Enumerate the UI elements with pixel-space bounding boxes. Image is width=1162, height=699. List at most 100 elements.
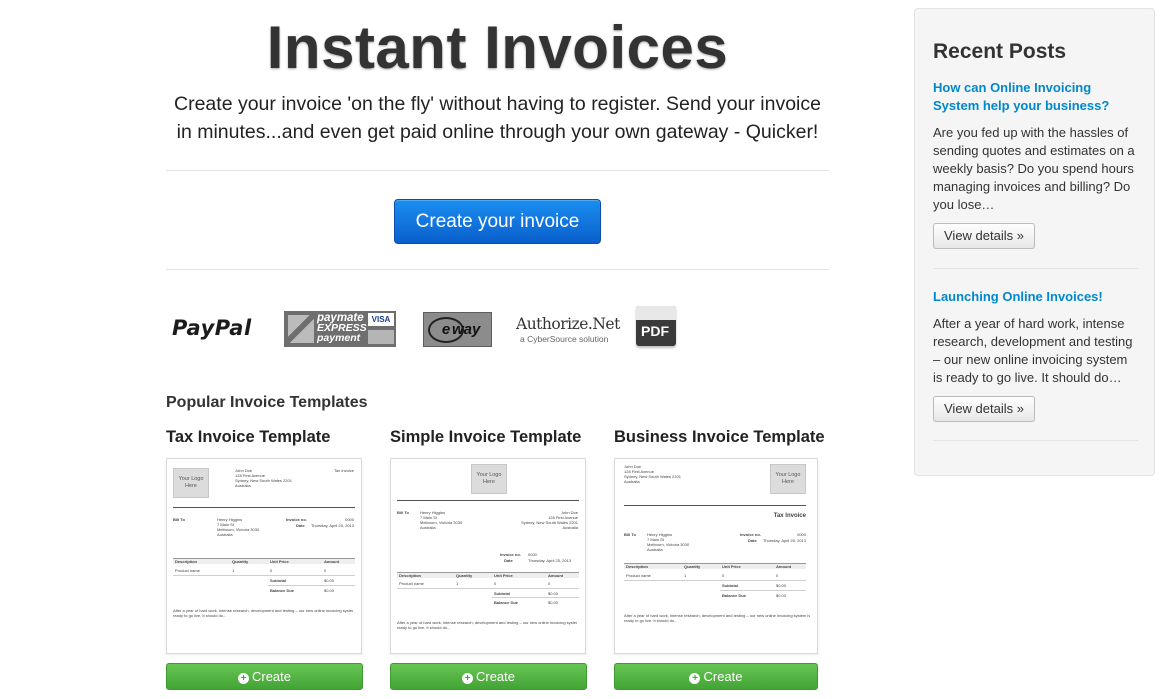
thumb-bill-to: Henry Higgins 7 Main St Melbourn, Victor… bbox=[647, 532, 689, 552]
thumb-sub-rule bbox=[492, 597, 579, 598]
thumb-row-price: 0 bbox=[270, 568, 273, 573]
thumb-invno-label: Invoice no. bbox=[286, 517, 307, 522]
create-business-invoice-button[interactable]: + Create bbox=[614, 663, 818, 690]
authorize-net-logo: Authorize.Net a CyberSource solution bbox=[516, 315, 620, 344]
thumb-tax-label: Tax Invoice bbox=[773, 513, 806, 519]
thumb-rule bbox=[624, 505, 806, 506]
create-tax-invoice-button[interactable]: + Create bbox=[166, 663, 363, 690]
template-thumbnail[interactable]: Your Logo Here Bill To Henry Higgins 7 M… bbox=[390, 458, 586, 654]
templates-section-title: Popular Invoice Templates bbox=[166, 394, 368, 411]
thumb-note: After a year of hard work, intense resea… bbox=[397, 620, 577, 630]
hero-subtitle-line2: in minutes...and even get paid online th… bbox=[176, 121, 819, 143]
plus-circle-icon: + bbox=[461, 673, 473, 684]
thumb-balance-label: Balance Due bbox=[722, 593, 747, 598]
paymate-logo: paymate EXPRESS payment VISA bbox=[284, 311, 396, 347]
template-thumbnail[interactable]: Your Logo Here John Doe 128 First Avenue… bbox=[166, 458, 362, 654]
thumb-col-desc: Description bbox=[399, 573, 422, 578]
thumb-col-amount: Amount bbox=[776, 564, 792, 569]
thumb-col-qty: Quantity bbox=[232, 559, 249, 564]
template-card-tax: Tax Invoice Template Your Logo Here John… bbox=[166, 428, 364, 690]
thumb-col-amount: Amount bbox=[324, 559, 340, 564]
authorize-net-sub: a CyberSource solution bbox=[520, 334, 609, 344]
thumb-row-product: Product name bbox=[626, 573, 651, 578]
paymate-stripe-icon bbox=[288, 315, 314, 343]
template-thumbnail[interactable]: John Doe 128 First Avenue Sydney, New So… bbox=[614, 458, 818, 654]
thumb-row-rule bbox=[173, 575, 355, 576]
create-simple-invoice-button[interactable]: + Create bbox=[390, 663, 587, 690]
thumb-tax-label: Tax Invoice bbox=[333, 468, 354, 473]
thumb-rule bbox=[397, 500, 579, 501]
view-details-button[interactable]: View details » bbox=[933, 223, 1035, 249]
thumb-subtotal: $0.00 bbox=[548, 591, 559, 596]
authorize-net-main: Authorize.Net bbox=[516, 315, 620, 333]
thumb-date: Thursday, April 25, 2013 bbox=[528, 558, 572, 563]
hero-subtitle-line1: Create your invoice 'on the fly' without… bbox=[174, 93, 821, 115]
thumb-bill-country: Australia bbox=[647, 547, 663, 552]
eway-rest: way bbox=[452, 321, 481, 338]
thumb-col-qty: Quantity bbox=[684, 564, 701, 569]
thumb-from: John Doe 128 First Avenue Sydney, New So… bbox=[235, 468, 292, 488]
eway-logo: e way bbox=[423, 312, 492, 347]
thumb-rule bbox=[173, 507, 355, 508]
template-title: Simple Invoice Template bbox=[390, 428, 582, 446]
thumb-note: After a year of hard work, intense resea… bbox=[173, 608, 353, 618]
thumb-invno: 0000 bbox=[345, 517, 354, 522]
thumb-row-qty: 1 bbox=[684, 573, 687, 578]
thumb-balance: $0.00 bbox=[324, 588, 335, 593]
main-content: Instant Invoices Create your invoice 'on… bbox=[166, 0, 829, 699]
thumb-balance: $0.00 bbox=[776, 593, 787, 598]
thumb-col-desc: Description bbox=[175, 559, 198, 564]
template-card-simple: Simple Invoice Template Your Logo Here B… bbox=[390, 428, 588, 690]
thumb-subtotal-label: Subtotal bbox=[494, 591, 510, 596]
thumb-bill-label: Bill To bbox=[173, 517, 185, 522]
thumb-row-qty: 1 bbox=[456, 581, 459, 586]
thumb-from-country: Australia bbox=[562, 525, 578, 530]
post-title-link[interactable]: Launching Online Invoices! bbox=[933, 288, 1138, 306]
template-title: Business Invoice Template bbox=[614, 428, 825, 446]
thumb-date-label: Date bbox=[748, 538, 757, 543]
sidebar-divider bbox=[933, 268, 1138, 269]
thumb-from: John Doe 128 First Avenue Sydney, New So… bbox=[521, 510, 578, 530]
template-title: Tax Invoice Template bbox=[166, 428, 331, 446]
paypal-logo: PayPal bbox=[172, 316, 252, 340]
thumb-note-line2: ready to go live. It should do... bbox=[397, 625, 451, 630]
thumb-date: Thursday, April 25, 2013 bbox=[762, 538, 806, 543]
create-invoice-button[interactable]: Create your invoice bbox=[394, 199, 601, 244]
thumb-sub-rule bbox=[268, 585, 355, 586]
thumb-sub-rule bbox=[720, 590, 806, 591]
page-title: Instant Invoices bbox=[266, 14, 729, 81]
paymate-line3: payment bbox=[317, 332, 361, 344]
thumb-date-label: Date bbox=[296, 523, 305, 528]
thumb-invno: 0000 bbox=[797, 532, 806, 537]
pdf-icon: PDF bbox=[636, 306, 676, 346]
thumb-bill-to: Henry Higgins 7 Main St Melbourn, Victor… bbox=[217, 517, 259, 537]
thumb-row-rule bbox=[397, 588, 579, 589]
thumb-subtotal: $0.00 bbox=[324, 578, 335, 583]
thumb-balance: $0.00 bbox=[548, 600, 559, 605]
thumb-bill-country: Australia bbox=[420, 525, 436, 530]
thumb-row-product: Product name bbox=[399, 581, 424, 586]
view-details-button[interactable]: View details » bbox=[933, 396, 1035, 422]
thumb-logo-placeholder: Your Logo Here bbox=[471, 464, 507, 494]
plus-circle-icon: + bbox=[689, 673, 701, 684]
thumb-col-qty: Quantity bbox=[456, 573, 473, 578]
post-item: Launching Online Invoices! After a year … bbox=[933, 288, 1138, 422]
thumb-subtotal-label: Subtotal bbox=[722, 583, 738, 588]
thumb-col-desc: Description bbox=[626, 564, 649, 569]
thumb-col-price: Unit Price bbox=[494, 573, 513, 578]
create-button-label: Create bbox=[475, 669, 516, 684]
thumb-from-country: Australia bbox=[624, 479, 640, 484]
thumb-note: After a year of hard work, intense resea… bbox=[624, 613, 810, 623]
thumb-invno-label: Invoice no. bbox=[740, 532, 761, 537]
thumb-row-rule bbox=[624, 580, 806, 581]
thumb-col-price: Unit Price bbox=[722, 564, 741, 569]
plus-circle-icon: + bbox=[237, 673, 249, 684]
thumb-bill-label: Bill To bbox=[624, 532, 636, 537]
thumb-row-price: 0 bbox=[494, 581, 497, 586]
thumb-row-amount: 0 bbox=[776, 573, 779, 578]
thumb-balance-label: Balance Due bbox=[494, 600, 519, 605]
post-title-link[interactable]: How can Online Invoicing System help you… bbox=[933, 79, 1138, 115]
pdf-icon-top bbox=[636, 306, 676, 320]
thumb-from-country: Australia bbox=[235, 483, 251, 488]
thumb-row-amount: 0 bbox=[324, 568, 327, 573]
